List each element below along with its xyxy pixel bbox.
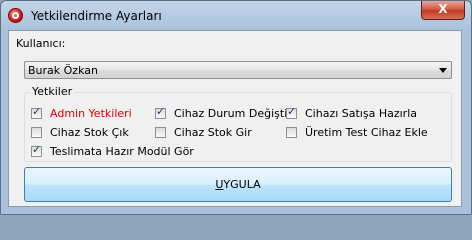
checkbox-admin-yetkileri[interactable]: Admin Yetkileri bbox=[31, 105, 132, 120]
user-dropdown-value: Burak Özkan bbox=[28, 64, 98, 77]
checkbox-label: Cihaz Stok Çık bbox=[50, 125, 129, 139]
checkbox-uretim-test-cihaz-ekle[interactable]: Üretim Test Cihaz Ekle bbox=[286, 125, 428, 139]
title-bar[interactable]: Yetkilendirme Ayarları X bbox=[1, 1, 471, 31]
user-dropdown[interactable]: Burak Özkan bbox=[24, 61, 452, 79]
checkbox-box[interactable] bbox=[31, 126, 42, 138]
checkbox-box[interactable] bbox=[155, 126, 166, 138]
checkbox-label: Teslimata Hazır Modül Gör bbox=[50, 144, 194, 158]
checkbox-label: Üretim Test Cihaz Ekle bbox=[305, 125, 428, 139]
checkbox-label: Cihaz Stok Gir bbox=[174, 125, 252, 139]
apply-button[interactable]: UYGULA bbox=[24, 167, 452, 202]
app-logo-icon bbox=[8, 8, 23, 23]
checkbox-teslimata-hazir-modul-gor[interactable]: Teslimata Hazır Modül Gör bbox=[31, 143, 194, 158]
checkbox-box[interactable] bbox=[286, 105, 297, 119]
chevron-down-icon[interactable] bbox=[439, 68, 447, 73]
checkbox-box[interactable] bbox=[31, 143, 42, 157]
window-title: Yetkilendirme Ayarları bbox=[31, 9, 162, 23]
checkbox-label: Cihazı Satışa Hazırla bbox=[305, 106, 417, 120]
apply-label: YGULA bbox=[223, 178, 261, 191]
checkbox-cihaz-durum-degistir[interactable]: Cihaz Durum Değiştir bbox=[155, 105, 292, 120]
checkbox-cihaz-stok-gir[interactable]: Cihaz Stok Gir bbox=[155, 125, 252, 139]
checkbox-box[interactable] bbox=[155, 105, 166, 119]
checkbox-cihaz-stok-cik[interactable]: Cihaz Stok Çık bbox=[31, 125, 129, 139]
checkbox-label: Admin Yetkileri bbox=[50, 106, 132, 120]
close-button[interactable]: X bbox=[421, 1, 465, 20]
user-label: Kullanıcı: bbox=[16, 37, 66, 50]
checkbox-label: Cihaz Durum Değiştir bbox=[174, 106, 292, 120]
checkbox-box[interactable] bbox=[286, 126, 297, 138]
checkbox-cihazi-satisa-hazirla[interactable]: Cihazı Satışa Hazırla bbox=[286, 105, 417, 120]
checkbox-box[interactable] bbox=[31, 105, 42, 119]
permissions-legend: Yetkiler bbox=[30, 85, 75, 98]
